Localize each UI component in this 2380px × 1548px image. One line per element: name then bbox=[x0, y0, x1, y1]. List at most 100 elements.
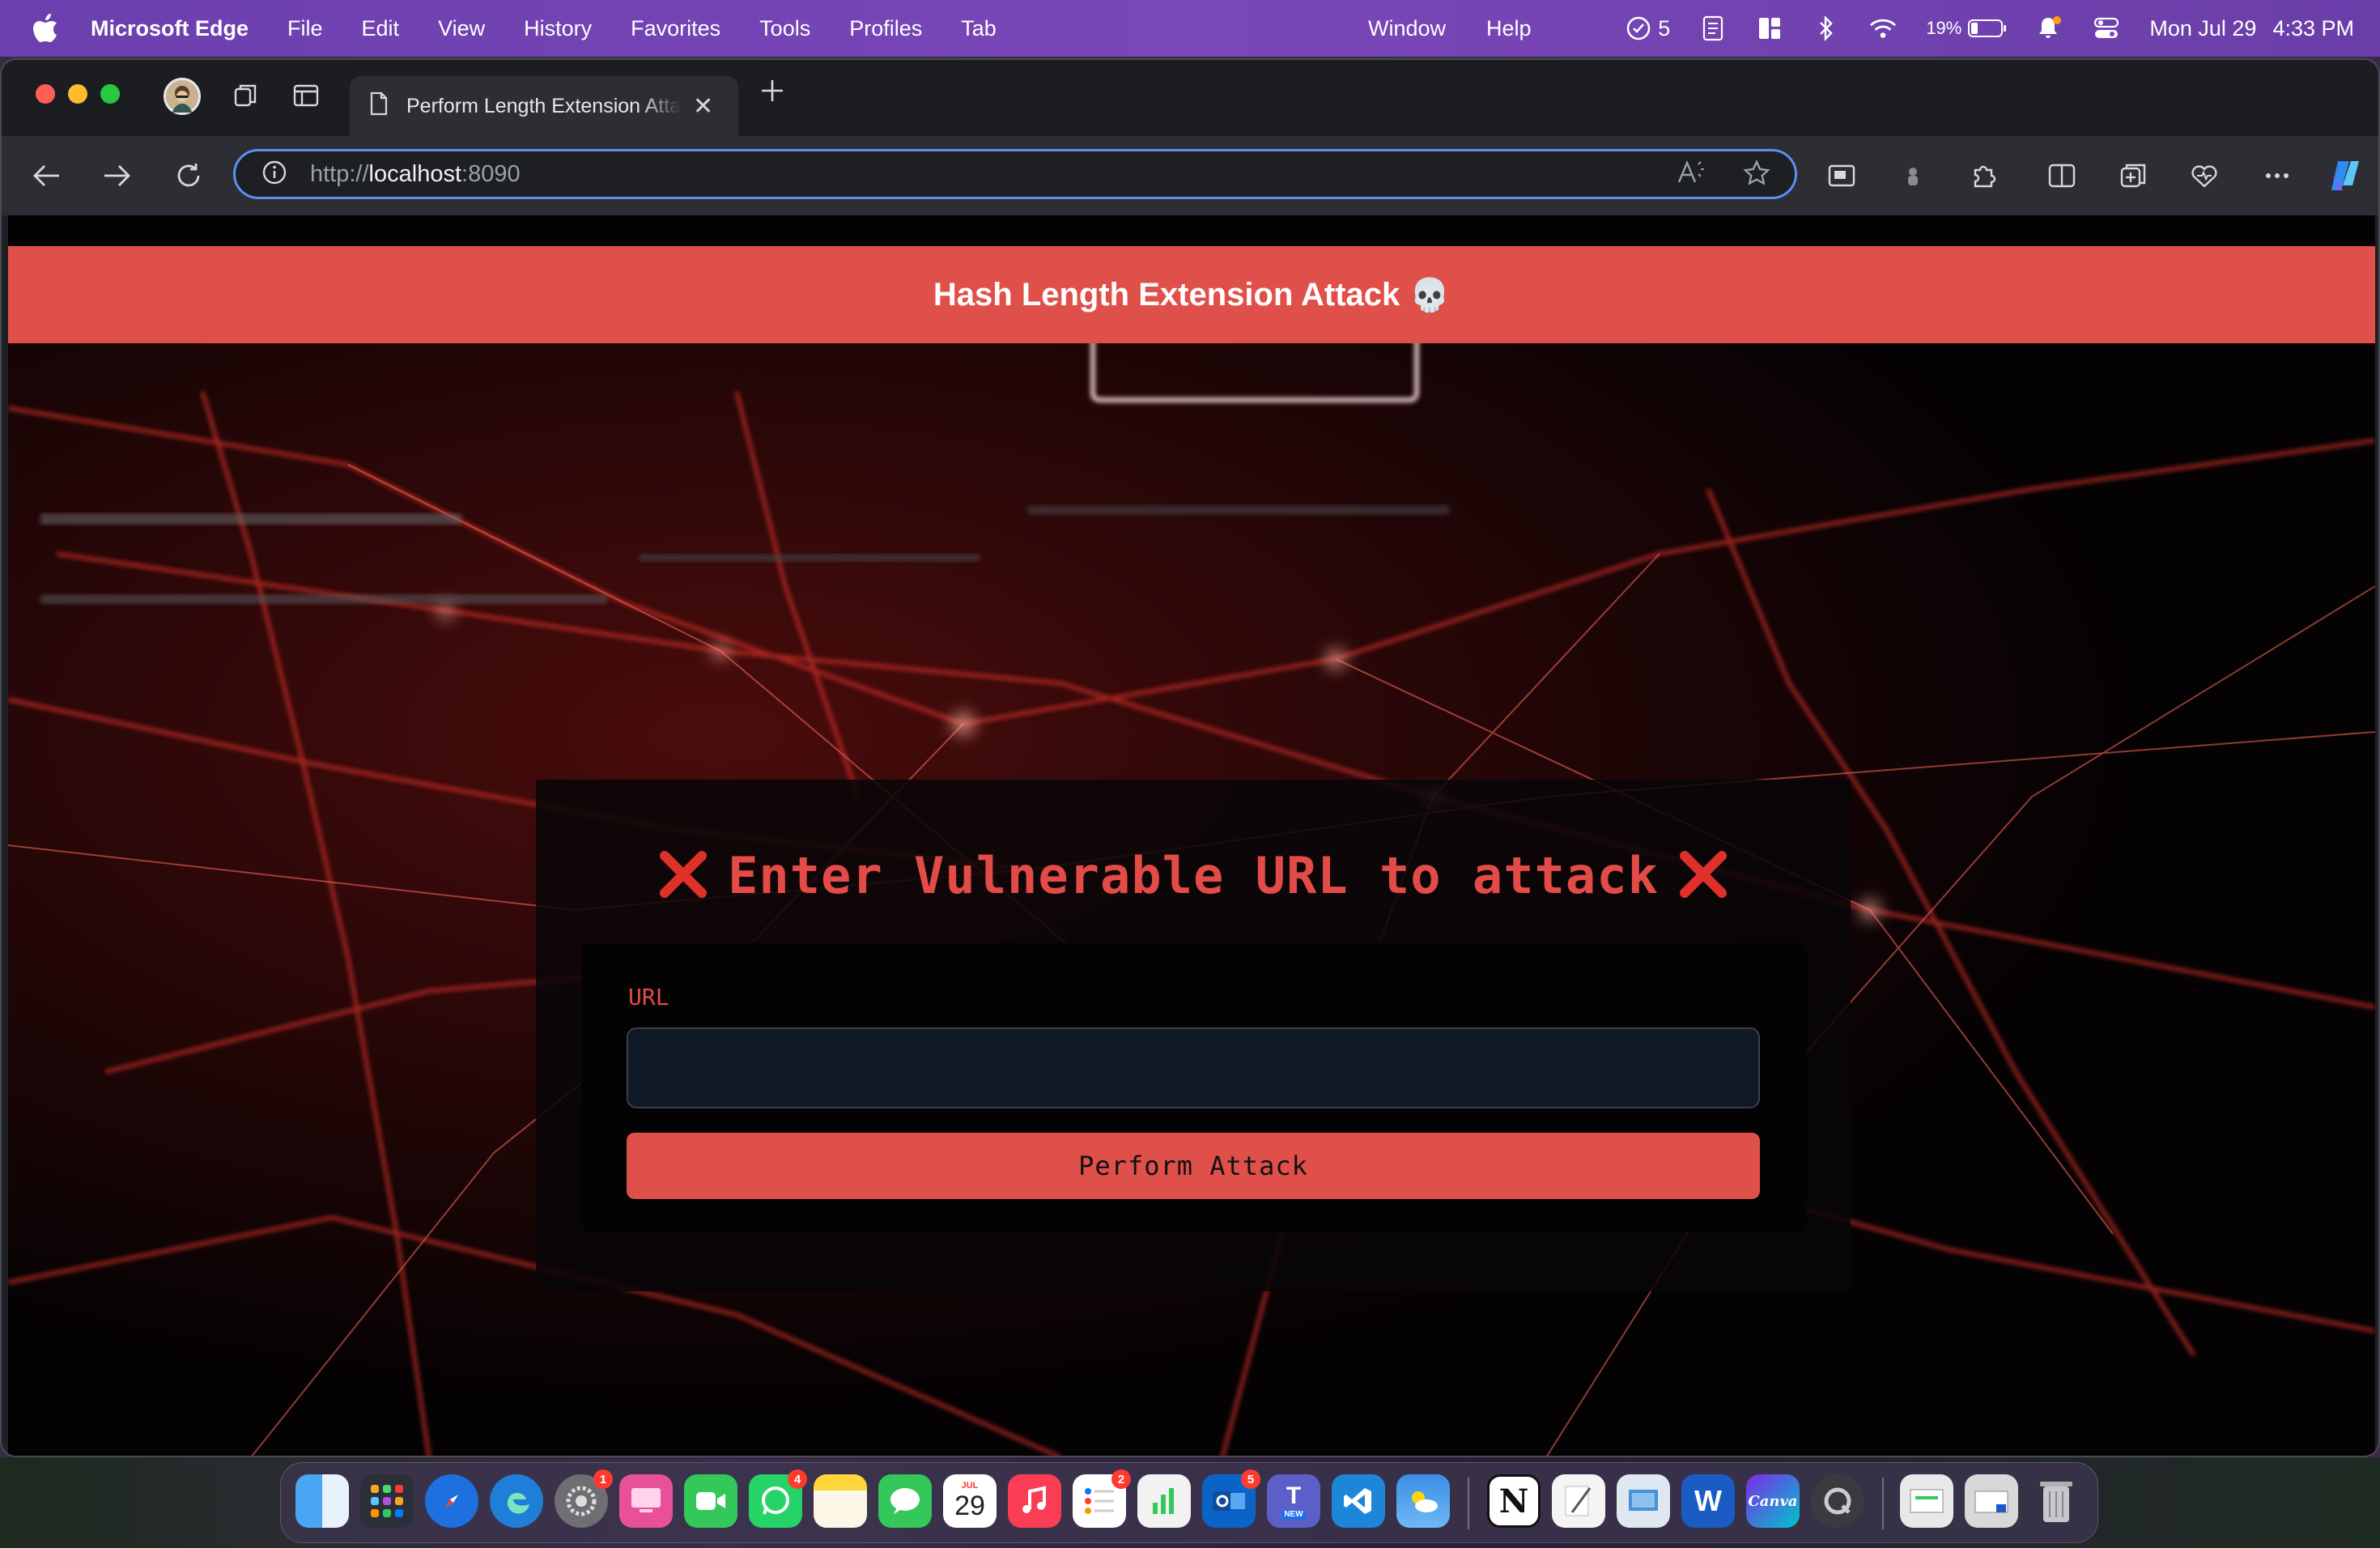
teams-icon[interactable]: T NEW bbox=[1267, 1474, 1320, 1528]
badge: 4 bbox=[788, 1469, 807, 1489]
launchpad-icon[interactable] bbox=[360, 1474, 414, 1528]
extension-dot-icon[interactable] bbox=[1893, 155, 1933, 196]
split-screen-icon[interactable] bbox=[2042, 155, 2082, 196]
vscode-icon[interactable] bbox=[1332, 1474, 1385, 1528]
finder-icon[interactable] bbox=[295, 1474, 349, 1528]
menu-history[interactable]: History bbox=[524, 16, 592, 41]
music-icon[interactable] bbox=[1008, 1474, 1061, 1528]
downloads-stack-icon[interactable] bbox=[1900, 1474, 1953, 1528]
notification-bell-icon[interactable] bbox=[2036, 15, 2063, 42]
tasks-count: 5 bbox=[1658, 15, 1671, 40]
control-center-icon[interactable] bbox=[2093, 15, 2120, 42]
menu-favorites[interactable]: Favorites bbox=[631, 16, 720, 41]
attack-card: Enter Vulnerable URL to attack URL Perfo… bbox=[536, 780, 1851, 1291]
trash-icon[interactable] bbox=[2029, 1474, 2083, 1528]
forward-arrow-icon[interactable] bbox=[99, 157, 136, 194]
menubar-time[interactable]: 4:33 PM bbox=[2272, 16, 2354, 41]
menu-tools[interactable]: Tools bbox=[759, 16, 810, 41]
bluetooth-icon[interactable] bbox=[1813, 15, 1840, 42]
extensions-puzzle-icon[interactable] bbox=[1964, 155, 2004, 196]
canva-icon[interactable]: Canva bbox=[1746, 1474, 1800, 1528]
wifi-icon[interactable] bbox=[1869, 15, 1897, 42]
calendar-day: 29 bbox=[954, 1491, 985, 1521]
messages-icon[interactable] bbox=[878, 1474, 932, 1528]
site-info-icon[interactable] bbox=[261, 159, 287, 189]
vertical-tabs-icon[interactable] bbox=[290, 79, 322, 112]
battery-status[interactable]: 19% bbox=[1926, 18, 2007, 39]
weather-icon[interactable] bbox=[1396, 1474, 1450, 1528]
copilot-icon[interactable] bbox=[2325, 155, 2365, 196]
textedit-icon[interactable] bbox=[1552, 1474, 1605, 1528]
badge: 5 bbox=[1241, 1469, 1260, 1489]
calendar-icon[interactable]: JUL 29 bbox=[943, 1474, 997, 1528]
favorite-star-icon[interactable] bbox=[1743, 159, 1770, 191]
attack-form: URL Perform Attack bbox=[581, 943, 1807, 1231]
edge-icon[interactable] bbox=[490, 1474, 543, 1528]
tasks-status[interactable]: 5 bbox=[1626, 15, 1670, 41]
battery-percent: 19% bbox=[1926, 18, 1962, 38]
menu-view[interactable]: View bbox=[438, 16, 485, 41]
notion-icon[interactable]: N bbox=[1487, 1474, 1541, 1528]
url-host: localhost bbox=[368, 160, 462, 187]
menu-tab[interactable]: Tab bbox=[961, 16, 997, 41]
page-title: Hash Length Extension Attack bbox=[933, 276, 1400, 313]
page-document-icon bbox=[369, 91, 389, 121]
new-tag: NEW bbox=[1281, 1510, 1306, 1520]
whatsapp-icon[interactable]: 4 bbox=[749, 1469, 807, 1528]
back-arrow-icon[interactable] bbox=[28, 157, 65, 194]
close-tab-icon[interactable]: ✕ bbox=[693, 92, 713, 121]
refresh-icon[interactable] bbox=[170, 157, 207, 194]
menu-file[interactable]: File bbox=[287, 16, 323, 41]
collections-icon[interactable] bbox=[2113, 155, 2153, 196]
notes-icon[interactable] bbox=[814, 1474, 867, 1528]
more-options-icon[interactable] bbox=[2257, 155, 2297, 196]
preview-icon[interactable] bbox=[1617, 1474, 1670, 1528]
menu-window[interactable]: Window bbox=[1368, 16, 1446, 41]
address-bar[interactable]: http://localhost:8090 bbox=[233, 149, 1797, 199]
workspaces-icon[interactable] bbox=[230, 79, 262, 112]
menu-edit[interactable]: Edit bbox=[362, 16, 400, 41]
window-layout-icon[interactable] bbox=[1756, 15, 1783, 42]
dock-separator bbox=[1882, 1478, 1884, 1529]
immersive-reader-icon[interactable] bbox=[1821, 155, 1862, 196]
url-input[interactable] bbox=[627, 1027, 1760, 1108]
browser-essentials-icon[interactable] bbox=[2184, 155, 2225, 196]
minimize-window-button[interactable] bbox=[68, 84, 87, 104]
close-window-button[interactable] bbox=[36, 84, 55, 104]
new-tab-icon[interactable] bbox=[756, 74, 788, 107]
menu-app-name[interactable]: Microsoft Edge bbox=[91, 16, 249, 41]
menu-profiles[interactable]: Profiles bbox=[849, 16, 922, 41]
word-icon[interactable]: W bbox=[1681, 1474, 1735, 1528]
numbers-icon[interactable] bbox=[1137, 1474, 1191, 1528]
cross-mark-icon bbox=[1678, 849, 1728, 899]
system-settings-icon[interactable]: 1 bbox=[555, 1469, 613, 1528]
menu-help[interactable]: Help bbox=[1486, 16, 1532, 41]
profile-avatar[interactable] bbox=[164, 78, 201, 115]
url-scheme: http:// bbox=[310, 160, 369, 187]
url-text[interactable]: http://localhost:8090 bbox=[310, 161, 521, 188]
facetime-icon[interactable] bbox=[684, 1474, 737, 1528]
card-title: Enter Vulnerable URL to attack bbox=[536, 846, 1851, 905]
badge: 1 bbox=[593, 1469, 613, 1489]
badge: 2 bbox=[1111, 1469, 1131, 1489]
menu-bar: Microsoft Edge File Edit View History Fa… bbox=[0, 0, 2380, 57]
menubar-date[interactable]: Mon Jul 29 bbox=[2149, 16, 2256, 41]
notes-menu-icon[interactable] bbox=[1699, 15, 1727, 42]
calendar-month: JUL bbox=[961, 1481, 979, 1491]
quicktime-icon[interactable] bbox=[1811, 1474, 1864, 1528]
perform-attack-button[interactable]: Perform Attack bbox=[627, 1133, 1760, 1199]
browser-toolbar: http://localhost:8090 bbox=[2, 136, 2378, 215]
outlook-icon[interactable]: 5 bbox=[1202, 1469, 1260, 1528]
documents-stack-icon[interactable] bbox=[1965, 1474, 2018, 1528]
apple-menu-icon[interactable] bbox=[32, 14, 68, 43]
screen-sharing-icon[interactable] bbox=[619, 1474, 673, 1528]
url-label: URL bbox=[628, 984, 669, 1010]
zoom-window-button[interactable] bbox=[100, 84, 120, 104]
read-aloud-icon[interactable] bbox=[1677, 159, 1706, 191]
page-header: Hash Length Extension Attack 💀 bbox=[8, 246, 2375, 343]
reminders-icon[interactable]: 2 bbox=[1073, 1469, 1131, 1528]
url-port: :8090 bbox=[461, 160, 521, 187]
cross-mark-icon bbox=[658, 849, 708, 899]
tab-active[interactable]: Perform Length Extension Attack ✕ bbox=[350, 76, 738, 136]
safari-icon[interactable] bbox=[425, 1474, 478, 1528]
